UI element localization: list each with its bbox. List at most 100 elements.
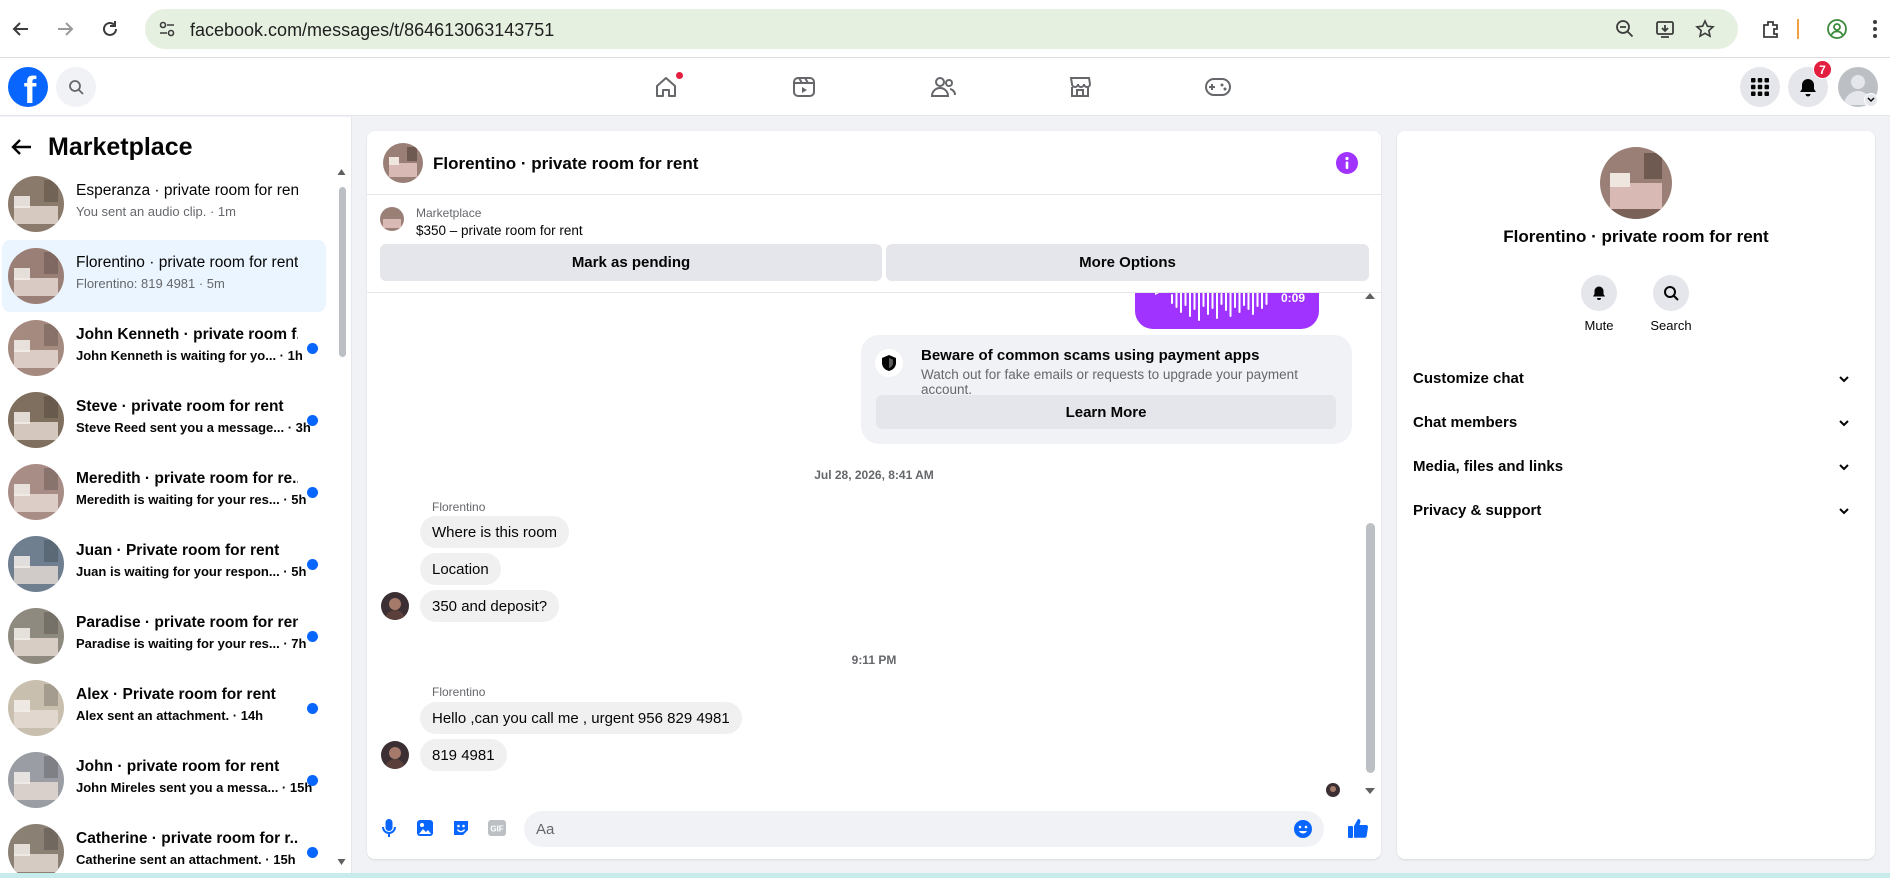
- unread-dot: [307, 487, 318, 498]
- conversation-item[interactable]: Catherine · private room for r... Catheri…: [2, 816, 326, 878]
- conversation-thumbnail: [8, 392, 64, 448]
- section-privacy-support[interactable]: Privacy & support: [1405, 489, 1867, 533]
- message-bubble[interactable]: Where is this room: [420, 516, 570, 548]
- browser-menu-icon[interactable]: [1860, 14, 1890, 44]
- install-app-icon[interactable]: [1655, 19, 1675, 39]
- site-info-icon[interactable]: [158, 20, 176, 38]
- nav-gaming-icon[interactable]: [1188, 69, 1248, 105]
- section-customize-chat[interactable]: Customize chat: [1405, 357, 1867, 401]
- conversation-item[interactable]: Florentino · private room for rent Floren…: [2, 240, 326, 312]
- nav-home-icon[interactable]: [636, 69, 696, 105]
- message-bubble[interactable]: Hello ,can you call me , urgent 956 829 …: [420, 702, 742, 734]
- bookmark-star-icon[interactable]: [1695, 19, 1715, 39]
- sidebar-header: Marketplace: [0, 127, 340, 167]
- search-conversation-button[interactable]: Search: [1641, 275, 1701, 333]
- listing-title[interactable]: $350 – private room for rent: [416, 223, 583, 238]
- facebook-logo-icon[interactable]: f: [8, 67, 48, 107]
- nav-video-icon[interactable]: [774, 69, 834, 105]
- back-icon[interactable]: [6, 14, 36, 44]
- zoom-icon[interactable]: [1615, 19, 1635, 39]
- like-thumbs-up-icon[interactable]: [1346, 816, 1370, 840]
- sender-avatar[interactable]: [381, 741, 409, 769]
- toolbar-divider: [1797, 19, 1799, 39]
- chat-scrollbar-thumb[interactable]: [1366, 523, 1375, 773]
- mute-button[interactable]: Mute: [1569, 275, 1629, 333]
- search-icon[interactable]: [56, 67, 96, 107]
- nav-marketplace-icon[interactable]: [1050, 69, 1110, 105]
- sticker-icon[interactable]: [449, 816, 473, 840]
- mark-as-pending-button[interactable]: Mark as pending: [380, 244, 882, 281]
- audio-duration: 0:09: [1280, 293, 1305, 305]
- conversation-thumbnail: [8, 752, 64, 808]
- conversation-thumbnail: [8, 824, 64, 878]
- forward-icon[interactable]: [50, 14, 80, 44]
- conversation-preview: John Kenneth is waiting for yo... · 1h: [76, 348, 303, 363]
- menu-grid-icon[interactable]: [1740, 67, 1780, 107]
- chat-avatar[interactable]: [383, 143, 423, 183]
- chat-header: Florentino · private room for rent: [367, 131, 1381, 195]
- message-bubble[interactable]: Location: [420, 553, 501, 585]
- marketplace-label: Marketplace: [416, 206, 482, 220]
- gif-icon[interactable]: GIF: [485, 816, 509, 840]
- unread-dot: [307, 775, 318, 786]
- details-avatar[interactable]: [1600, 147, 1672, 219]
- conversation-name: Alex · Private room for rent: [76, 686, 276, 703]
- account-chevron-icon[interactable]: [1864, 93, 1878, 107]
- conversation-thumbnail: [8, 536, 64, 592]
- conversation-name: Steve · private room for rent: [76, 398, 284, 415]
- address-bar[interactable]: facebook.com/messages/t/864613063143751: [145, 9, 1738, 49]
- conversation-preview: Meredith is waiting for your res... · 5h: [76, 492, 307, 507]
- section-chat-members[interactable]: Chat members: [1405, 401, 1867, 445]
- conversation-item[interactable]: Steve · private room for rent Steve Reed …: [2, 384, 326, 456]
- conversation-thumbnail: [8, 320, 64, 376]
- section-media-files-links[interactable]: Media, files and links: [1405, 445, 1867, 489]
- sender-avatar[interactable]: [381, 592, 409, 620]
- info-icon[interactable]: [1336, 152, 1358, 174]
- mute-label: Mute: [1584, 318, 1614, 333]
- sidebar-scrollbar-thumb[interactable]: [339, 187, 346, 357]
- chat-window: Florentino · private room for rent Marke…: [367, 131, 1381, 859]
- message-bubble[interactable]: 350 and deposit?: [420, 590, 560, 622]
- conversation-item[interactable]: Paradise · private room for rent Paradise…: [2, 600, 326, 672]
- taskbar-edge: [0, 873, 1890, 878]
- conversation-item[interactable]: Alex · Private room for rent Alex sent an…: [2, 672, 326, 744]
- url-text: facebook.com/messages/t/864613063143751: [190, 20, 555, 40]
- message-input[interactable]: [536, 811, 1276, 847]
- conversation-preview: Steve Reed sent you a message... · 3h: [76, 420, 311, 435]
- chevron-down-icon: [1837, 372, 1851, 386]
- conversation-item[interactable]: John · private room for rent John Mireles…: [2, 744, 326, 816]
- conversation-thumbnail: [8, 248, 64, 304]
- audio-clip-message[interactable]: 0:09: [1135, 293, 1319, 329]
- message-timestamp: Jul 28, 2026, 8:41 AM: [814, 468, 934, 482]
- home-notification-dot: [676, 72, 683, 79]
- more-options-button[interactable]: More Options: [886, 244, 1369, 281]
- photo-icon[interactable]: [413, 816, 437, 840]
- conversation-name: John · private room for rent: [76, 758, 280, 775]
- seen-receipt-avatar: [1326, 783, 1340, 797]
- browser-toolbar: facebook.com/messages/t/864613063143751: [0, 0, 1890, 58]
- learn-more-button[interactable]: Learn More: [876, 395, 1336, 429]
- listing-thumbnail[interactable]: [380, 207, 404, 231]
- microphone-icon[interactable]: [377, 816, 401, 840]
- conversation-item[interactable]: John Kenneth · private room f... John Ken…: [2, 312, 326, 384]
- nav-friends-icon[interactable]: [913, 69, 973, 105]
- reload-icon[interactable]: [95, 14, 125, 44]
- chat-title[interactable]: Florentino · private room for rent: [433, 154, 698, 174]
- profile-icon[interactable]: [1822, 14, 1852, 44]
- notification-count-badge: 7: [1813, 60, 1832, 79]
- message-thread: 0:09 Beware of common scams using paymen…: [367, 293, 1381, 799]
- conversation-item[interactable]: Esperanza · private room for rent You sen…: [2, 168, 326, 240]
- conversation-item[interactable]: Juan · Private room for rent Juan is wait…: [2, 528, 326, 600]
- search-icon: [1653, 275, 1689, 311]
- back-arrow-icon[interactable]: [10, 135, 36, 161]
- scam-warning-text: Watch out for fake emails or requests to…: [921, 367, 1298, 397]
- chevron-down-icon: [1837, 504, 1851, 518]
- conversation-item[interactable]: Meredith · private room for re... Meredit…: [2, 456, 326, 528]
- chevron-down-icon: [1837, 416, 1851, 430]
- emoji-icon[interactable]: [1293, 819, 1313, 839]
- unread-dot: [307, 343, 318, 354]
- message-input-box[interactable]: [524, 811, 1324, 847]
- message-bubble[interactable]: 819 4981: [420, 739, 507, 771]
- section-label: Chat members: [1413, 414, 1518, 431]
- extensions-icon[interactable]: [1756, 14, 1786, 44]
